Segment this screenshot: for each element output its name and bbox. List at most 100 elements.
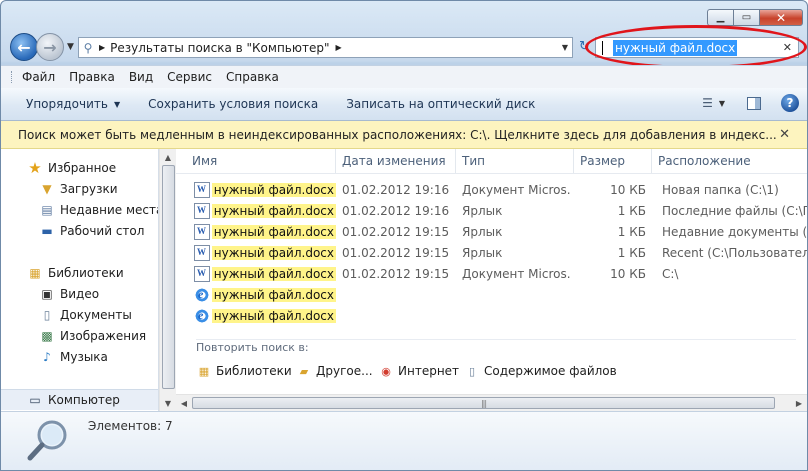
nav-pictures[interactable]: ▩ Изображения (39, 326, 146, 346)
column-location[interactable]: Расположение (652, 149, 807, 173)
file-date: 01.02.2012 19:16 (342, 182, 450, 197)
column-size[interactable]: Размер (574, 149, 652, 173)
command-bar-right: ☰ ▼ ? (702, 94, 799, 112)
scroll-left-icon[interactable]: ◀ (176, 395, 192, 412)
item-count: Элементов: 7 (88, 419, 173, 433)
file-type: Документ Micros... (462, 182, 570, 197)
clear-search-icon[interactable]: ✕ (783, 41, 792, 54)
scrollbar-thumb[interactable] (162, 165, 175, 389)
menu-view[interactable]: Вид (122, 70, 160, 84)
column-headers: Имя Дата изменения Тип Размер Расположен… (176, 149, 807, 174)
organize-button[interactable]: Упорядочить ▼ (1, 97, 134, 111)
table-row[interactable]: нужный файл.docx (176, 305, 807, 326)
address-bar[interactable]: ⚲ ▶ Результаты поиска в "Компьютер" ▶ ▼ (78, 37, 573, 58)
table-row[interactable]: нужный файл.docx 01.02.2012 19:16 Ярлык … (176, 200, 807, 221)
close-icon: ✕ (775, 10, 787, 25)
forward-button[interactable]: → (36, 33, 64, 61)
file-type: Ярлык (462, 245, 503, 260)
nav-video-label: Видео (60, 287, 100, 301)
scrollbar-thumb[interactable]: ||| (192, 397, 775, 409)
nav-downloads-label: Загрузки (60, 182, 118, 196)
burn-disc-button[interactable]: Записать на оптический диск (332, 97, 549, 111)
scroll-up-icon[interactable]: ▲ (160, 149, 176, 165)
chevron-down-icon: ▼ (113, 99, 121, 109)
back-button[interactable]: ← (10, 33, 38, 61)
refresh-icon[interactable]: ↻ (579, 39, 590, 54)
file-type: Ярлык (462, 224, 503, 239)
nav-favorites-label: Избранное (48, 161, 117, 175)
file-name: нужный файл.docx (211, 245, 336, 260)
column-date[interactable]: Дата изменения (336, 149, 456, 173)
nav-desktop[interactable]: ▬ Рабочий стол (39, 221, 144, 241)
nav-pictures-label: Изображения (60, 329, 147, 343)
nav-music-label: Музыка (60, 350, 108, 364)
nav-computer-label: Компьютер (48, 393, 120, 407)
breadcrumb-chevron-icon[interactable]: ▶ (335, 43, 341, 52)
help-icon[interactable]: ? (781, 94, 799, 112)
search-query[interactable]: нужный файл.docx (613, 39, 738, 56)
menu-file[interactable]: Файл (15, 70, 62, 84)
search-again-file-contents[interactable]: ▯ Содержимое файлов (464, 361, 617, 381)
search-again-other-label: Другое... (316, 364, 373, 378)
scroll-right-icon[interactable]: ▶ (791, 395, 807, 412)
nav-libraries[interactable]: ▦ Библиотеки (27, 263, 123, 283)
view-details-icon[interactable]: ☰ (702, 96, 713, 110)
nav-favorites[interactable]: ★ Избранное (27, 158, 116, 178)
nav-computer-row[interactable]: ▭ Компьютер (1, 389, 158, 410)
breadcrumb-chevron-icon[interactable]: ▶ (99, 43, 105, 52)
preview-pane-icon[interactable] (747, 96, 761, 110)
table-row[interactable]: нужный файл.docx 01.02.2012 19:16 Докуме… (176, 179, 807, 200)
nav-music[interactable]: ♪ Музыка (39, 347, 108, 367)
close-info-bar-icon[interactable]: ✕ (779, 127, 790, 142)
maximize-icon: ▭ (741, 12, 752, 23)
grip-icon: ||| (480, 398, 487, 408)
nav-computer[interactable]: ▭ Компьютер (27, 390, 120, 410)
command-bar: Упорядочить ▼ Сохранить условия поиска З… (1, 88, 807, 121)
column-type[interactable]: Тип (456, 149, 574, 173)
file-date: 01.02.2012 19:16 (342, 203, 450, 218)
minimize-button[interactable]: ▁ (707, 9, 733, 26)
nav-downloads[interactable]: ▼ Загрузки (39, 179, 118, 199)
documents-icon: ▯ (43, 308, 51, 322)
desktop-icon: ▬ (41, 224, 53, 238)
maximize-button[interactable]: ▭ (733, 9, 759, 26)
menu-tools[interactable]: Сервис (160, 70, 219, 84)
chrome-icon: ◉ (381, 364, 391, 378)
burn-disc-label: Записать на оптический диск (346, 97, 536, 111)
view-options-dropdown[interactable]: ▼ (719, 99, 725, 108)
table-row[interactable]: нужный файл.docx 01.02.2012 19:15 Ярлык … (176, 221, 807, 242)
table-row[interactable]: нужный файл.docx (176, 284, 807, 305)
search-again-internet[interactable]: ◉ Интернет (378, 361, 459, 381)
recent-pages-dropdown[interactable]: ▼ (67, 42, 74, 52)
table-row[interactable]: нужный файл.docx 01.02.2012 19:15 Докуме… (176, 263, 807, 284)
recent-places-icon: ▤ (41, 203, 53, 217)
nav-documents[interactable]: ▯ Документы (39, 305, 132, 325)
scroll-down-icon[interactable]: ▼ (160, 395, 176, 411)
file-location: Последние файлы (C:\П... (662, 203, 807, 218)
downloads-folder-icon: ▼ (42, 182, 52, 196)
search-box[interactable]: нужный файл.docx ✕ (595, 37, 799, 58)
horizontal-scrollbar[interactable]: ◀ ||| ▶ (176, 394, 807, 412)
nav-recent-places[interactable]: ▤ Недавние места (39, 200, 158, 220)
menu-help[interactable]: Справка (219, 70, 286, 84)
repeat-search-label: Повторить поиск в: (196, 341, 309, 354)
organize-label: Упорядочить (26, 97, 108, 111)
column-name[interactable]: Имя (186, 149, 336, 173)
libraries-icon: ▦ (198, 364, 210, 378)
info-bar-text[interactable]: Поиск может быть медленным в неиндексиро… (18, 128, 777, 142)
navigation-pane: ★ Избранное ▼ Загрузки ▤ Недавние места … (1, 149, 159, 411)
navigation-pane-scrollbar[interactable]: ▲ ▼ (159, 149, 176, 411)
address-path[interactable]: Результаты поиска в "Компьютер" (110, 41, 329, 55)
address-history-dropdown[interactable]: ▼ (562, 43, 568, 52)
index-info-bar[interactable]: Поиск может быть медленным в неиндексиро… (1, 121, 807, 149)
file-type: Ярлык (462, 203, 503, 218)
explorer-window: ▁ ▭ ✕ ← → ▼ ⚲ ▶ Результаты поиска в "Ком… (0, 0, 808, 471)
close-button[interactable]: ✕ (759, 9, 803, 26)
arrow-left-icon: ← (17, 37, 31, 57)
search-again-libraries[interactable]: ▦ Библиотеки (196, 361, 292, 381)
search-again-other[interactable]: ▰ Другое... (296, 361, 373, 381)
nav-video[interactable]: ▣ Видео (39, 284, 99, 304)
menu-edit[interactable]: Правка (62, 70, 122, 84)
table-row[interactable]: нужный файл.docx 01.02.2012 19:15 Ярлык … (176, 242, 807, 263)
save-search-button[interactable]: Сохранить условия поиска (134, 97, 332, 111)
